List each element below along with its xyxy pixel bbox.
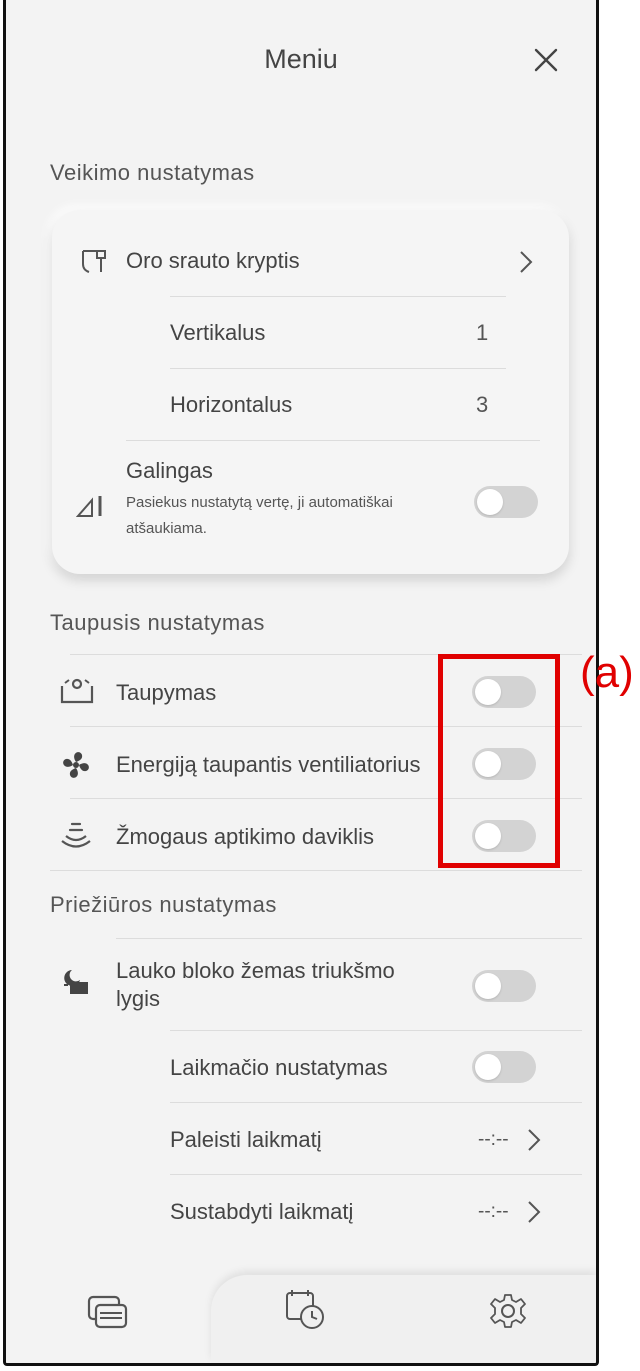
sensor-icon [61,822,91,848]
tab-inactive-bg [211,1275,596,1363]
operation-card: Oro srauto kryptis Vertikalus 1 Horizont… [52,210,569,574]
chevron-right-icon[interactable] [526,1200,542,1224]
chevron-right-icon[interactable] [526,1128,542,1152]
stop-timer-value: --:-- [478,1201,509,1222]
timer-icon[interactable] [284,1287,328,1331]
divider [170,296,506,297]
airflow-label[interactable]: Oro srauto kryptis [126,248,300,274]
divider [170,1174,582,1175]
header: Meniu [6,0,596,120]
timer-label: Laikmačio nustatymas [170,1055,388,1080]
stop-timer-label[interactable]: Sustabdyti laikmatį [170,1199,353,1225]
divider [170,1030,582,1031]
powerful-label: Galingas [126,458,213,483]
section-title-operation: Veikimo nustatymas [50,160,255,185]
divider [50,870,582,871]
annotation-label: (a) [580,648,634,697]
timer-toggle[interactable] [472,1051,536,1083]
device-icon[interactable] [86,1293,130,1333]
tab-bar [6,1267,596,1363]
close-icon[interactable] [530,44,562,76]
settings-icon[interactable] [488,1291,528,1331]
section-title-maintenance: Priežiūros nustatymas [50,892,277,917]
economy-icon [60,678,94,704]
page-title: Meniu [264,44,338,74]
start-timer-label[interactable]: Paleisti laikmatį [170,1127,322,1153]
fan-item-label: Energiją taupantis ventiliatorius [116,752,421,777]
quiet-label-line2: lygis [116,986,161,1011]
chevron-right-icon[interactable] [518,250,534,274]
divider [170,368,506,369]
quiet-mode-icon [64,970,88,994]
divider [116,938,582,939]
quiet-label-line1: Lauko bloko žemas triukšmo [116,958,395,983]
powerful-toggle[interactable] [474,486,538,518]
divider [126,440,540,441]
start-timer-value: --:-- [478,1129,509,1150]
powerful-description: Pasiekus nustatytą vertę, ji automatiška… [126,494,393,537]
horizontal-label[interactable]: Horizontalus [170,392,292,418]
fan-icon [63,752,89,778]
economy-item-label: Taupymas [116,680,217,705]
section-title-economy: Taupusis nustatymas [50,610,265,635]
sensor-item-label: Žmogaus aptikimo daviklis [116,824,374,849]
vertical-label[interactable]: Vertikalus [170,320,265,346]
powerful-icon [76,496,102,517]
horizontal-value: 3 [476,392,489,417]
quiet-toggle[interactable] [472,970,536,1002]
annotation-highlight-box [438,654,560,868]
vertical-value: 1 [476,320,489,345]
divider [170,1102,582,1103]
airflow-icon [82,250,106,273]
